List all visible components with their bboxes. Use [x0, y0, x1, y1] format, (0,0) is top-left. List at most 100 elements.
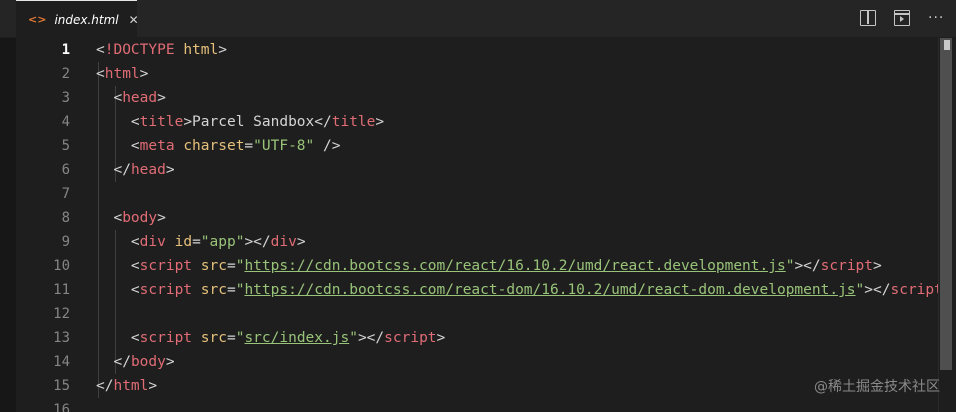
line-number: 10 — [53, 258, 70, 274]
code-token: Parcel Sandbox — [192, 114, 315, 130]
code-token: </ — [113, 354, 131, 370]
code-line[interactable]: <!DOCTYPE html> — [96, 38, 227, 62]
watermark: @稀土掘金技术社区 — [814, 379, 940, 395]
editor-tab-bar: <> index.html ✕ ··· — [0, 0, 956, 38]
code-token: < — [130, 258, 140, 274]
code-token: script — [139, 258, 193, 274]
code-line[interactable]: </head> — [96, 158, 174, 182]
code-token: > — [183, 114, 193, 130]
code-token: script — [384, 330, 437, 346]
open-preview-icon[interactable] — [894, 10, 910, 26]
code-line[interactable]: <html> — [96, 62, 148, 86]
line-number: 12 — [53, 306, 70, 322]
code-token: head — [122, 90, 158, 106]
code-token: > — [148, 378, 158, 394]
line-number: 4 — [61, 114, 70, 130]
code-line[interactable]: <div id="app"></div> — [96, 230, 306, 254]
code-token: html — [183, 42, 219, 58]
scrollbar-thumb[interactable] — [944, 40, 950, 50]
code-token: title — [139, 114, 184, 130]
code-token: < — [130, 138, 140, 154]
code-area[interactable]: <!DOCTYPE html> <html> <head> <title>Parc… — [96, 38, 939, 412]
line-number: 6 — [61, 162, 70, 178]
code-token: https://cdn.bootcss.com/react-dom/16.10.… — [244, 282, 856, 298]
tab-title: index.html — [54, 12, 119, 27]
code-token: !DOCTYPE — [104, 42, 175, 58]
code-token: src — [200, 258, 227, 274]
line-number: 7 — [61, 186, 70, 202]
code-token: = — [226, 330, 236, 346]
line-number: 1 — [61, 42, 70, 58]
code-line[interactable]: <body> — [96, 206, 166, 230]
code-token: body — [122, 210, 158, 226]
line-number-gutter: 1 2 3 4 5 6 7 8 9 10 11 12 13 14 15 16 — [16, 38, 72, 412]
code-token: > — [139, 66, 149, 82]
more-actions-icon[interactable]: ··· — [928, 10, 944, 26]
code-token: id — [174, 234, 193, 250]
code-editor[interactable]: 1 2 3 4 5 6 7 8 9 10 11 12 13 14 15 16 <!DOCTYPE html> <… — [16, 38, 956, 412]
code-line[interactable]: <meta charset="UTF-8" /> — [96, 134, 341, 158]
code-token: > — [873, 258, 882, 274]
code-line[interactable]: </html> — [96, 374, 157, 398]
code-line[interactable]: <title>Parcel Sandbox</title> — [96, 110, 384, 134]
code-token: script — [139, 330, 193, 346]
code-token: > — [218, 42, 227, 58]
code-token: < — [113, 210, 123, 226]
code-token: body — [130, 354, 166, 370]
code-token: ></ — [357, 330, 385, 346]
code-token: html — [104, 66, 140, 82]
line-number: 8 — [61, 210, 70, 226]
code-token: ></ — [244, 234, 271, 250]
code-token: script — [820, 258, 874, 274]
code-token: ></ — [864, 282, 891, 298]
code-line[interactable]: <script src="https://cdn.bootcss.com/rea… — [96, 278, 939, 302]
tab-index-html[interactable]: <> index.html ✕ — [16, 0, 139, 38]
code-token: < — [130, 282, 140, 298]
split-editor-icon[interactable] — [860, 10, 876, 26]
minimap-edge — [938, 38, 939, 412]
code-token: " — [349, 330, 358, 346]
code-token: head — [130, 162, 166, 178]
code-token: script — [890, 282, 939, 298]
code-token: src/index.js — [244, 330, 350, 346]
code-token: < — [130, 330, 140, 346]
line-number: 15 — [53, 378, 70, 394]
code-brackets-icon: <> — [28, 13, 47, 26]
code-token: "app" — [200, 234, 245, 250]
code-token: > — [157, 210, 166, 226]
line-number: 3 — [61, 90, 70, 106]
code-token: " — [855, 282, 865, 298]
code-line[interactable]: </body> — [96, 350, 175, 374]
code-token: </ — [96, 378, 114, 394]
close-icon[interactable]: ✕ — [129, 13, 139, 27]
code-token: /> — [314, 138, 341, 154]
code-token: = — [192, 234, 201, 250]
code-token: </ — [314, 114, 332, 130]
code-token: < — [130, 114, 140, 130]
activity-strip — [0, 0, 16, 412]
code-line[interactable]: <head> — [96, 86, 165, 110]
code-token: = — [226, 258, 236, 274]
line-number: 11 — [53, 282, 70, 298]
code-token: "UTF-8" — [253, 138, 315, 154]
code-token: < — [96, 42, 105, 58]
line-number: 13 — [53, 330, 70, 346]
vertical-scrollbar[interactable] — [940, 38, 952, 370]
code-token: </ — [113, 162, 131, 178]
code-token: script — [139, 282, 193, 298]
code-line[interactable]: <script src="https://cdn.bootcss.com/rea… — [96, 254, 882, 278]
code-token: > — [165, 354, 175, 370]
code-line[interactable]: <script src="src/index.js"></script> — [96, 326, 445, 350]
